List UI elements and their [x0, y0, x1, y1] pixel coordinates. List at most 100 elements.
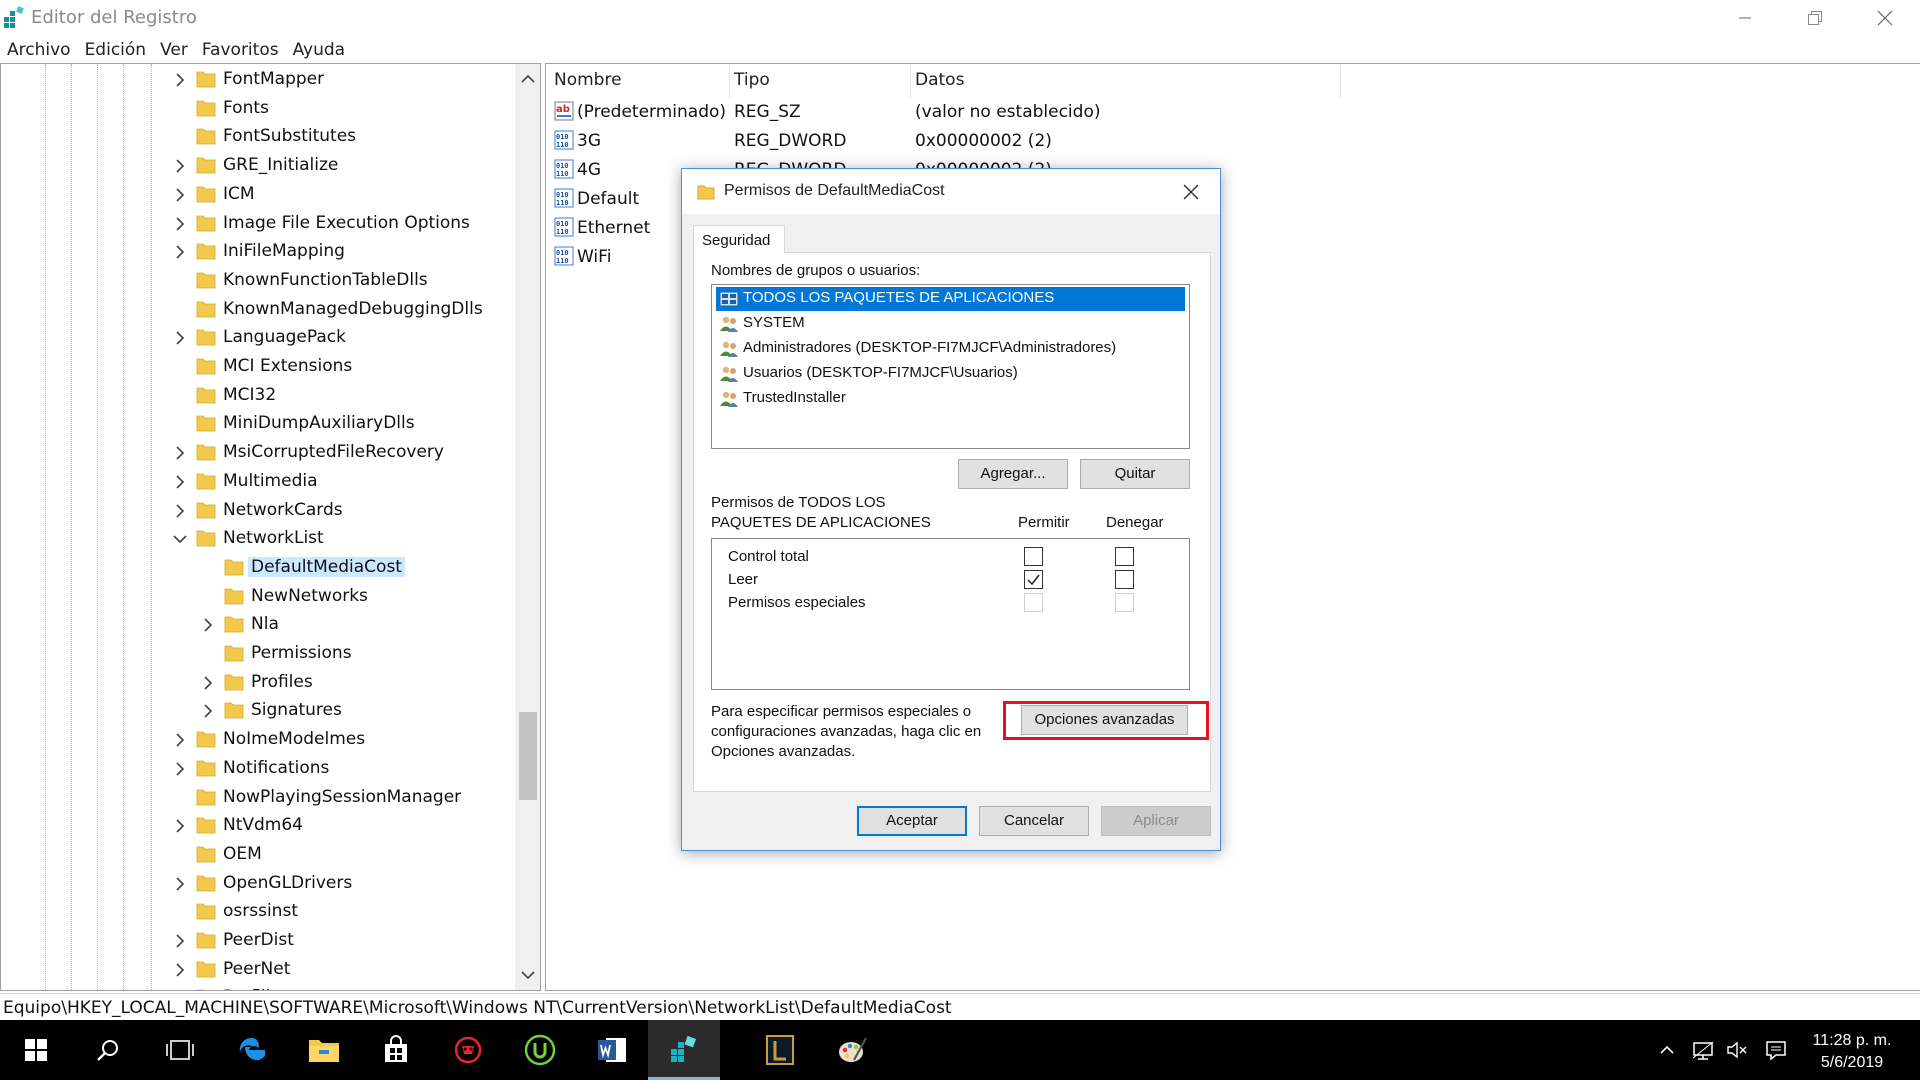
- store-button[interactable]: [360, 1020, 432, 1080]
- tree-item[interactable]: NetworkCards: [1, 497, 516, 525]
- tree-item[interactable]: Perflib: [1, 984, 516, 991]
- start-button[interactable]: [0, 1020, 72, 1080]
- menu-edicion[interactable]: Edición: [78, 38, 154, 62]
- ok-button[interactable]: Aceptar: [857, 806, 967, 836]
- tree-item[interactable]: MiniDumpAuxiliaryDlls: [1, 410, 516, 438]
- tree-scrollbar[interactable]: [515, 64, 540, 990]
- chevron-right-icon[interactable]: [173, 732, 187, 748]
- tree-item[interactable]: KnownManagedDebuggingDlls: [1, 296, 516, 324]
- chevron-right-icon[interactable]: [173, 244, 187, 260]
- tree-item[interactable]: NewNetworks: [1, 583, 516, 611]
- column-separator[interactable]: [910, 66, 911, 98]
- tree-item[interactable]: Multimedia: [1, 468, 516, 496]
- close-button[interactable]: [1850, 0, 1920, 36]
- tree-item[interactable]: IniFileMapping: [1, 238, 516, 266]
- column-header-type[interactable]: Tipo: [734, 70, 770, 90]
- tab-security[interactable]: Seguridad: [693, 225, 785, 253]
- chevron-right-icon[interactable]: [201, 675, 215, 691]
- chevron-right-icon[interactable]: [173, 474, 187, 490]
- chevron-right-icon[interactable]: [173, 818, 187, 834]
- user-list-item[interactable]: Usuarios (DESKTOP-FI7MJCF\Usuarios): [716, 362, 1185, 386]
- chevron-right-icon[interactable]: [173, 445, 187, 461]
- allow-checkbox[interactable]: [1024, 570, 1043, 589]
- edge-button[interactable]: [216, 1020, 288, 1080]
- registry-editor-taskbar-button[interactable]: [648, 1020, 720, 1080]
- allow-checkbox[interactable]: [1024, 547, 1043, 566]
- tree-item[interactable]: Fonts: [1, 95, 516, 123]
- tree-item[interactable]: Signatures: [1, 697, 516, 725]
- user-list-item[interactable]: Administradores (DESKTOP-FI7MJCF\Adminis…: [716, 337, 1185, 361]
- tree-item[interactable]: FontSubstitutes: [1, 123, 516, 151]
- tree-item[interactable]: Notifications: [1, 755, 516, 783]
- chevron-right-icon[interactable]: [173, 761, 187, 777]
- volume-muted-icon[interactable]: [1725, 1038, 1749, 1062]
- chevron-right-icon[interactable]: [173, 503, 187, 519]
- user-list-item[interactable]: TODOS LOS PAQUETES DE APLICACIONES: [716, 287, 1185, 311]
- users-listbox[interactable]: TODOS LOS PAQUETES DE APLICACIONES SYSTEM…: [711, 284, 1190, 449]
- chevron-up-icon[interactable]: [1655, 1038, 1679, 1062]
- tree-item[interactable]: DefaultMediaCost: [1, 554, 516, 582]
- scrollbar-thumb[interactable]: [519, 712, 537, 800]
- cancel-button[interactable]: Cancelar: [979, 806, 1089, 836]
- deny-checkbox[interactable]: [1115, 570, 1134, 589]
- tree-item[interactable]: NetworkList: [1, 525, 516, 553]
- tree-item[interactable]: PeerDist: [1, 927, 516, 955]
- apply-button[interactable]: Aplicar: [1101, 806, 1211, 836]
- game-app-button[interactable]: [432, 1020, 504, 1080]
- tree-item[interactable]: GRE_Initialize: [1, 152, 516, 180]
- value-row[interactable]: ab (Predeterminado) REG_SZ (valor no establ…: [546, 98, 1546, 126]
- tree-item[interactable]: NoImeModelmes: [1, 726, 516, 754]
- tree-item[interactable]: OpenGLDrivers: [1, 870, 516, 898]
- column-separator[interactable]: [1340, 66, 1341, 98]
- chevron-right-icon[interactable]: [173, 962, 187, 978]
- tree-item[interactable]: MsiCorruptedFileRecovery: [1, 439, 516, 467]
- column-separator[interactable]: [729, 66, 730, 98]
- tree-item[interactable]: PeerNet: [1, 956, 516, 984]
- column-header-data[interactable]: Datos: [915, 70, 964, 90]
- menu-ver[interactable]: Ver: [153, 38, 195, 62]
- league-of-legends-button[interactable]: [744, 1020, 816, 1080]
- tree-item[interactable]: Nla: [1, 611, 516, 639]
- chevron-right-icon[interactable]: [201, 703, 215, 719]
- search-button[interactable]: [72, 1020, 144, 1080]
- tree-item[interactable]: MCI32: [1, 382, 516, 410]
- tree-item[interactable]: MCI Extensions: [1, 353, 516, 381]
- tree-item[interactable]: LanguagePack: [1, 324, 516, 352]
- tree-item[interactable]: osrssinst: [1, 898, 516, 926]
- notifications-icon[interactable]: [1764, 1038, 1788, 1062]
- chevron-right-icon[interactable]: [173, 72, 187, 88]
- chevron-right-icon[interactable]: [173, 330, 187, 346]
- user-list-item[interactable]: TrustedInstaller: [716, 387, 1185, 411]
- paint-button[interactable]: [816, 1020, 888, 1080]
- menu-favoritos[interactable]: Favoritos: [195, 38, 286, 62]
- file-explorer-button[interactable]: [288, 1020, 360, 1080]
- task-view-button[interactable]: [144, 1020, 216, 1080]
- chevron-down-icon[interactable]: [173, 531, 187, 547]
- value-row[interactable]: 010 110 3G REG_DWORD 0x00000002 (2): [546, 127, 1546, 155]
- deny-checkbox[interactable]: [1115, 547, 1134, 566]
- chevron-right-icon[interactable]: [173, 876, 187, 892]
- chevron-up-icon[interactable]: [520, 72, 536, 86]
- tree-item[interactable]: Profiles: [1, 669, 516, 697]
- tree-item[interactable]: KnownFunctionTableDlls: [1, 267, 516, 295]
- registry-tree[interactable]: FontMapper Fonts FontSubstitutes GRE_Initia…: [0, 63, 541, 991]
- tree-item[interactable]: Permissions: [1, 640, 516, 668]
- chevron-right-icon[interactable]: [173, 933, 187, 949]
- tree-item[interactable]: NtVdm64: [1, 812, 516, 840]
- tree-item[interactable]: FontMapper: [1, 66, 516, 94]
- chevron-right-icon[interactable]: [173, 187, 187, 203]
- utorrent-button[interactable]: [504, 1020, 576, 1080]
- chevron-right-icon[interactable]: [173, 990, 187, 991]
- tree-item[interactable]: OEM: [1, 841, 516, 869]
- column-header-name[interactable]: Nombre: [554, 70, 622, 90]
- chevron-right-icon[interactable]: [173, 216, 187, 232]
- remove-button[interactable]: Quitar: [1080, 459, 1190, 489]
- dialog-close-icon[interactable]: [1180, 181, 1202, 203]
- tree-item[interactable]: ICM: [1, 181, 516, 209]
- tree-item[interactable]: Image File Execution Options: [1, 210, 516, 238]
- add-button[interactable]: Agregar...: [958, 459, 1068, 489]
- user-list-item[interactable]: SYSTEM: [716, 312, 1185, 336]
- restore-button[interactable]: [1780, 0, 1850, 36]
- network-icon[interactable]: [1691, 1038, 1715, 1062]
- minimize-button[interactable]: [1710, 0, 1780, 36]
